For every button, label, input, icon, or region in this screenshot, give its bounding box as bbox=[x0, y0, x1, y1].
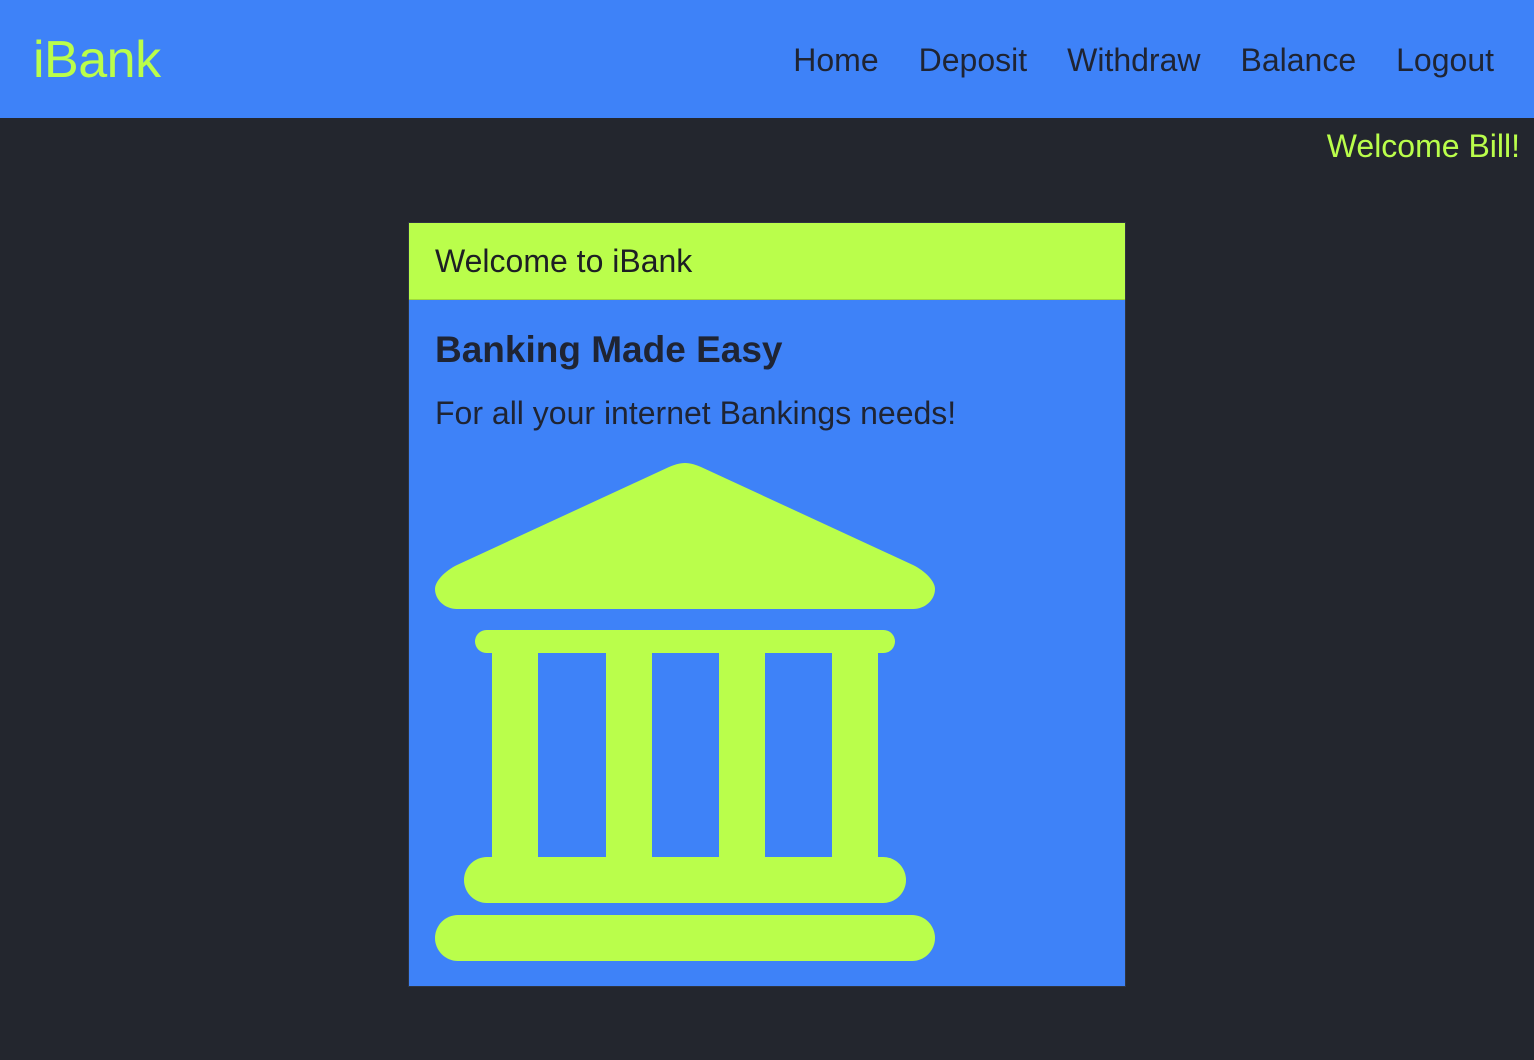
card-title: Banking Made Easy bbox=[435, 329, 783, 370]
nav-item-balance[interactable]: Balance bbox=[1240, 36, 1356, 84]
navbar: iBank Home Deposit Withdraw Balance Logo… bbox=[0, 0, 1534, 118]
card-header: Welcome to iBank bbox=[409, 223, 1125, 300]
card-text: For all your internet Bankings needs! bbox=[435, 395, 957, 431]
nav-item-logout[interactable]: Logout bbox=[1396, 36, 1494, 84]
welcome-card: Welcome to iBank Banking Made Easy For a… bbox=[408, 222, 1126, 987]
welcome-user-text: Welcome Bill! bbox=[1326, 128, 1520, 164]
bank-icon bbox=[435, 463, 935, 961]
brand-logo[interactable]: iBank bbox=[33, 28, 161, 92]
nav-item-deposit[interactable]: Deposit bbox=[919, 36, 1028, 84]
nav-item-withdraw[interactable]: Withdraw bbox=[1067, 36, 1200, 84]
nav-item-home[interactable]: Home bbox=[793, 36, 878, 84]
nav-links: Home Deposit Withdraw Balance Logout bbox=[753, 36, 1494, 84]
card-header-text: Welcome to iBank bbox=[435, 243, 693, 279]
